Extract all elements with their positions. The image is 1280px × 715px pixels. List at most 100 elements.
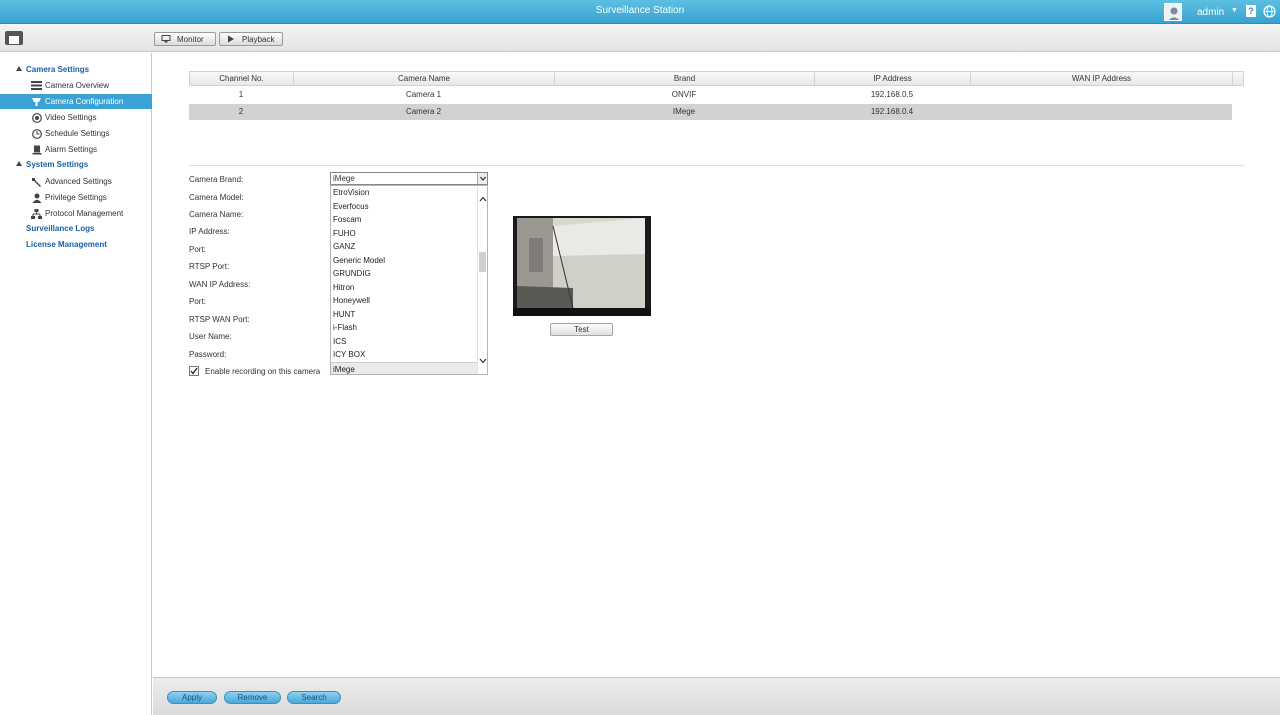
camera-name-label: Camera Name: — [189, 210, 244, 219]
brand-option[interactable]: Foscam — [331, 213, 477, 227]
monitor-button[interactable]: Monitor — [154, 32, 216, 46]
sidebar: Camera Settings Camera Overview Camera C… — [0, 53, 152, 715]
cell-wan-ip — [970, 87, 1232, 103]
help-icon[interactable]: ? — [1246, 5, 1256, 17]
cell-channel: 2 — [238, 107, 244, 116]
sidebar-item-privilege-settings[interactable]: Privilege Settings — [0, 190, 152, 205]
brand-option[interactable]: Honeywell — [331, 294, 477, 308]
wan-port-label: Port: — [189, 297, 206, 306]
apply-button[interactable]: Apply — [167, 691, 217, 704]
sidebar-item-protocol-management[interactable]: Protocol Management — [0, 206, 152, 221]
network-icon — [31, 208, 42, 219]
table-header: Channel No. Camera Name Brand IP Address… — [189, 71, 1244, 86]
sidebar-item-label: Privilege Settings — [45, 193, 107, 202]
user-name[interactable]: admin — [1197, 7, 1224, 18]
brand-option[interactable]: Generic Model — [331, 254, 477, 268]
camera-brand-dropdown[interactable]: EtroVision Everfocus Foscam FUHO GANZ Ge… — [330, 185, 488, 375]
language-globe-icon[interactable] — [1263, 5, 1276, 18]
sidebar-item-label: Schedule Settings — [45, 129, 110, 138]
cell-brand: ONVIF — [671, 90, 697, 99]
sidebar-item-label: Protocol Management — [45, 209, 124, 218]
main-panel: Channel No. Camera Name Brand IP Address… — [153, 53, 1280, 677]
sidebar-item-label: Advanced Settings — [45, 177, 112, 186]
sidebar-item-label: Alarm Settings — [45, 145, 98, 154]
enable-recording-label[interactable]: Enable recording on this camera — [205, 367, 320, 376]
cell-brand: IMege — [672, 107, 696, 116]
title-bar: Surveillance Station admin ▼ ? — [0, 0, 1280, 24]
sidebar-item-alarm-settings[interactable]: Alarm Settings — [0, 142, 152, 157]
ip-address-label: IP Address: — [189, 227, 230, 236]
brand-option[interactable]: GRUNDIG — [331, 267, 477, 281]
sidebar-item-camera-configuration[interactable]: Camera Configuration — [0, 94, 152, 109]
playback-label: Playback — [242, 34, 275, 44]
search-button[interactable]: Search — [287, 691, 341, 704]
license-management-link[interactable]: License Management — [26, 240, 107, 249]
brand-option[interactable]: ICS — [331, 335, 477, 349]
brand-option-selected[interactable]: iMege — [331, 361, 477, 374]
cell-camera-name: Camera 1 — [405, 90, 442, 99]
brand-option[interactable]: Everfocus — [331, 200, 477, 214]
table-row[interactable]: 1 Camera 1 ONVIF 192.168.0.5 — [189, 87, 1232, 103]
port-label: Port: — [189, 245, 206, 254]
surveillance-logs-link[interactable]: Surveillance Logs — [26, 224, 94, 233]
cell-wan-ip — [970, 104, 1232, 120]
collapse-arrow-icon[interactable] — [16, 161, 22, 166]
cell-ip: 192.168.0.5 — [870, 90, 914, 99]
cell-channel: 1 — [238, 90, 244, 99]
brand-option[interactable]: i-Flash — [331, 321, 477, 335]
record-icon — [31, 112, 42, 123]
sidebar-item-schedule-settings[interactable]: Schedule Settings — [0, 126, 152, 141]
brand-option[interactable]: EtroVision — [331, 186, 477, 200]
system-settings-heading[interactable]: System Settings — [26, 160, 88, 169]
column-header[interactable]: WAN IP Address — [971, 72, 1233, 85]
brand-option[interactable]: GANZ — [331, 240, 477, 254]
chevron-down-icon[interactable] — [478, 357, 488, 365]
camera-brand-select[interactable]: iMege — [330, 172, 488, 185]
collapse-arrow-icon[interactable] — [16, 66, 22, 71]
brand-option[interactable]: HUNT — [331, 308, 477, 322]
cell-camera-name: Camera 2 — [405, 107, 442, 116]
remove-button[interactable]: Remove — [224, 691, 281, 704]
scrollbar-thumb[interactable] — [479, 252, 486, 272]
sidebar-item-label: Video Settings — [45, 113, 97, 122]
alarm-icon — [31, 145, 42, 155]
checkmark-icon — [190, 367, 198, 375]
sidebar-item-label: Camera Overview — [45, 81, 110, 90]
toolbar: Monitor Playback — [0, 24, 1280, 52]
app-title: Surveillance Station — [595, 5, 685, 16]
dropdown-scrollbar[interactable] — [477, 186, 487, 374]
sidebar-item-camera-overview[interactable]: Camera Overview — [0, 78, 152, 93]
clock-icon — [31, 128, 42, 139]
sidebar-item-video-settings[interactable]: Video Settings — [0, 110, 152, 125]
play-icon — [226, 35, 236, 43]
avatar[interactable] — [1164, 3, 1182, 21]
user-icon — [31, 193, 42, 203]
chevron-down-icon[interactable] — [477, 173, 487, 184]
user-avatar-icon — [1168, 7, 1180, 20]
monitor-label: Monitor — [177, 34, 204, 44]
column-header[interactable]: Camera Name — [294, 72, 555, 85]
playback-button[interactable]: Playback — [219, 32, 283, 46]
brand-option[interactable]: FUHO — [331, 227, 477, 241]
main-menu-button[interactable] — [5, 31, 23, 45]
camera-preview-image — [513, 216, 651, 316]
camera-table: Channel No. Camera Name Brand IP Address… — [189, 71, 1244, 166]
test-button[interactable]: Test — [550, 323, 613, 336]
camera-icon — [31, 97, 42, 107]
brand-option[interactable]: ICY BOX — [331, 348, 477, 362]
list-icon — [31, 81, 42, 91]
chevron-up-icon[interactable] — [478, 195, 488, 203]
password-label: Password: — [189, 350, 227, 359]
column-header[interactable]: Channel No. — [190, 72, 294, 85]
user-menu-caret-icon[interactable]: ▼ — [1231, 7, 1238, 14]
column-header[interactable]: IP Address — [815, 72, 971, 85]
monitor-icon — [161, 35, 171, 43]
camera-brand-label: Camera Brand: — [189, 175, 244, 184]
column-header[interactable]: Brand — [555, 72, 815, 85]
table-row-selected[interactable]: 2 Camera 2 IMege 192.168.0.4 — [189, 104, 1232, 120]
brand-option[interactable]: Hitron — [331, 281, 477, 295]
sidebar-item-advanced-settings[interactable]: Advanced Settings — [0, 174, 152, 189]
camera-settings-heading[interactable]: Camera Settings — [26, 65, 89, 74]
sidebar-item-label: Camera Configuration — [45, 97, 124, 106]
enable-recording-checkbox[interactable] — [189, 366, 199, 376]
